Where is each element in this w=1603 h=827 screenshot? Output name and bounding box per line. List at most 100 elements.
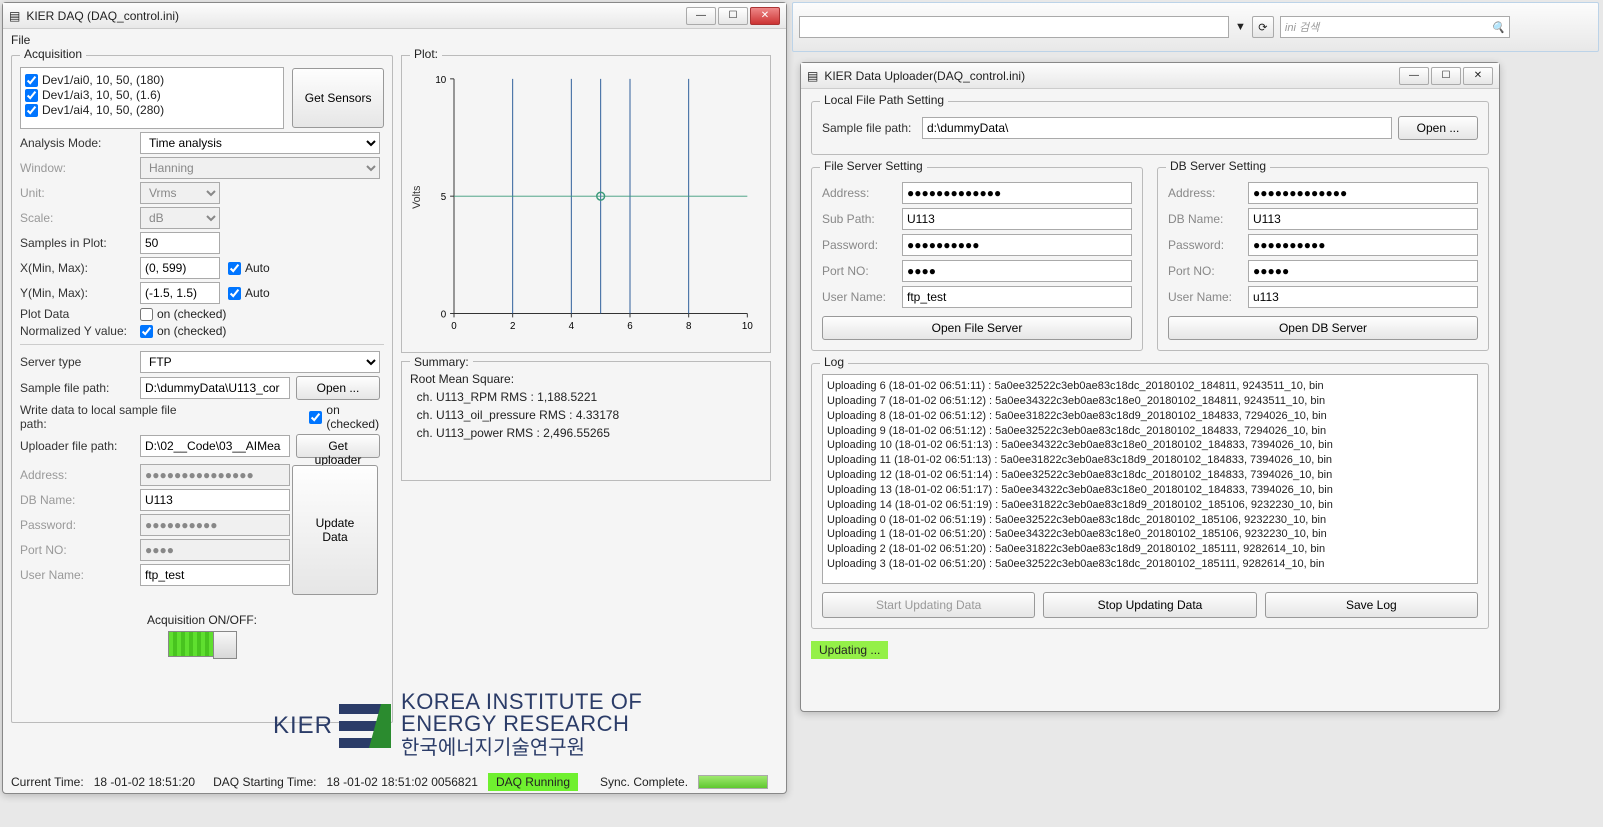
db-server-group: DB Server Setting Address: DB Name: Pass… (1157, 167, 1489, 351)
open-path-button[interactable]: Open ... (1398, 116, 1478, 140)
sensor-checkbox[interactable] (25, 74, 38, 87)
plotdata-check[interactable] (140, 308, 153, 321)
maximize-button[interactable]: ☐ (1431, 67, 1461, 85)
xmm-input[interactable] (140, 257, 220, 279)
db-name-input[interactable] (1248, 208, 1478, 230)
open-file-server-button[interactable]: Open File Server (822, 316, 1132, 340)
daq-footer: Current Time: 18 -01-02 18:51:20 DAQ Sta… (11, 773, 778, 791)
port-input[interactable] (140, 539, 290, 561)
label-normy: Normalized Y value: (20, 324, 140, 338)
file-server-legend: File Server Setting (820, 159, 927, 173)
user-input[interactable] (140, 564, 290, 586)
uploader-window: ▤ KIER Data Uploader(DAQ_control.ini) — … (800, 62, 1500, 712)
current-time-label: Current Time: (11, 775, 84, 789)
log-line: Uploading 9 (18-01-02 06:51:12) : 5a0ee3… (827, 424, 1473, 439)
start-updating-button[interactable]: Start Updating Data (822, 592, 1035, 618)
current-time-value: 18 -01-02 18:51:20 (94, 775, 195, 789)
sample-path-label: Sample file path: (822, 121, 922, 135)
normy-check[interactable] (140, 325, 153, 338)
label-user: User Name: (20, 568, 140, 582)
label-unit: Unit: (20, 186, 140, 200)
minimize-button[interactable]: — (686, 7, 716, 25)
svg-text:5: 5 (441, 192, 447, 203)
kier-mark: KIER (273, 712, 333, 740)
svg-text:0: 0 (441, 309, 447, 320)
log-legend: Log (820, 355, 848, 369)
fs-address-input[interactable] (902, 182, 1132, 204)
explorer-toolbar: ▼ ⟳ ini 검색 🔍 (792, 2, 1599, 52)
start-time-value: 18 -01-02 18:51:02 0056821 (326, 775, 477, 789)
svg-text:8: 8 (686, 321, 691, 332)
plot-svg: Volts 10 5 0 0 2 4 (410, 64, 762, 344)
close-button[interactable]: ✕ (750, 7, 780, 25)
address-bar[interactable] (799, 16, 1229, 38)
sample-path-input[interactable] (140, 377, 290, 399)
minimize-button[interactable]: — (1399, 67, 1429, 85)
label-window: Window: (20, 161, 140, 175)
svg-text:4: 4 (569, 321, 575, 332)
y-auto-check[interactable] (228, 287, 241, 300)
sensor-item: Dev1/ai0, 10, 50, (180) (25, 73, 279, 87)
log-box[interactable]: Uploading 6 (18-01-02 06:51:11) : 5a0ee3… (822, 374, 1478, 584)
scale-select[interactable]: dB (140, 207, 220, 229)
search-box[interactable]: ini 검색 🔍 (1280, 16, 1510, 38)
get-uploader-button[interactable]: Get uploader (296, 434, 380, 458)
label-samples: Samples in Plot: (20, 236, 140, 250)
password-input[interactable] (140, 514, 290, 536)
fs-port-input[interactable] (902, 260, 1132, 282)
refresh-button[interactable]: ⟳ (1252, 16, 1274, 38)
window-select[interactable]: Hanning (140, 157, 380, 179)
db-user-input[interactable] (1248, 286, 1478, 308)
on-checked-label: on (checked) (157, 307, 226, 321)
db-password-input[interactable] (1248, 234, 1478, 256)
sensor-checkbox[interactable] (25, 89, 38, 102)
address-input[interactable] (140, 464, 290, 486)
log-line: Uploading 8 (18-01-02 06:51:12) : 5a0ee3… (827, 409, 1473, 424)
uploader-titlebar[interactable]: ▤ KIER Data Uploader(DAQ_control.ini) — … (801, 63, 1499, 89)
daq-running-badge: DAQ Running (488, 773, 578, 791)
update-data-button[interactable]: Update Data (292, 465, 378, 595)
x-auto-check[interactable] (228, 262, 241, 275)
local-path-group: Local File Path Setting Sample file path… (811, 101, 1489, 155)
ymm-input[interactable] (140, 282, 220, 304)
sensor-label: Dev1/ai0, 10, 50, (180) (42, 73, 164, 87)
write-local-check[interactable] (309, 411, 322, 424)
start-time-label: DAQ Starting Time: (213, 775, 316, 789)
maximize-button[interactable]: ☐ (718, 7, 748, 25)
auto-label: Auto (245, 261, 270, 275)
unit-select[interactable]: Vrms (140, 182, 220, 204)
on-checked-label: on (checked) (326, 403, 384, 431)
app-icon: ▤ (807, 69, 818, 83)
save-log-button[interactable]: Save Log (1265, 592, 1478, 618)
analysis-mode-select[interactable]: Time analysis (140, 132, 380, 154)
server-type-select[interactable]: FTP (140, 351, 380, 373)
open-sample-button[interactable]: Open ... (296, 376, 380, 400)
sample-path-input[interactable] (922, 117, 1392, 139)
sensor-checkbox[interactable] (25, 104, 38, 117)
uploader-path-input[interactable] (140, 435, 290, 457)
dbname-input[interactable] (140, 489, 290, 511)
open-db-server-button[interactable]: Open DB Server (1168, 316, 1478, 340)
fs-subpath-input[interactable] (902, 208, 1132, 230)
app-icon: ▤ (9, 9, 20, 23)
db-port-input[interactable] (1248, 260, 1478, 282)
acquisition-toggle[interactable] (168, 631, 236, 657)
fs-password-input[interactable] (902, 234, 1132, 256)
db-server-legend: DB Server Setting (1166, 159, 1270, 173)
summary-line: ch. U113_power RMS : 2,496.55265 (410, 424, 762, 442)
close-button[interactable]: ✕ (1463, 67, 1493, 85)
label-server-type: Server type (20, 355, 140, 369)
label-subpath: Sub Path: (822, 212, 902, 226)
label-port: Port NO: (822, 264, 902, 278)
label-scale: Scale: (20, 211, 140, 225)
sensor-list[interactable]: Dev1/ai0, 10, 50, (180) Dev1/ai3, 10, 50… (20, 67, 284, 129)
db-address-input[interactable] (1248, 182, 1478, 204)
stop-updating-button[interactable]: Stop Updating Data (1043, 592, 1256, 618)
menu-file[interactable]: File (11, 33, 30, 47)
samples-input[interactable] (140, 232, 220, 254)
daq-titlebar[interactable]: ▤ KIER DAQ (DAQ_control.ini) — ☐ ✕ (3, 3, 786, 29)
label-analysis-mode: Analysis Mode: (20, 136, 140, 150)
get-sensors-button[interactable]: Get Sensors (292, 68, 384, 128)
fs-user-input[interactable] (902, 286, 1132, 308)
label-port: Port NO: (1168, 264, 1248, 278)
